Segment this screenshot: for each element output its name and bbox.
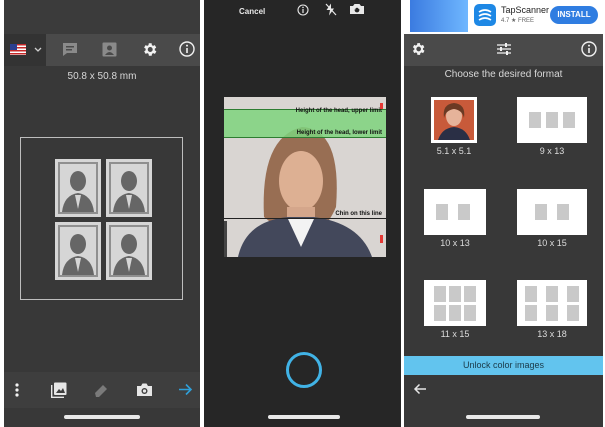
photo-editor-panel: 50.8 x 50.8 mm — [4, 0, 200, 427]
mini-portrait — [434, 305, 446, 321]
format-option-13x18[interactable] — [517, 280, 587, 326]
portrait-silhouette — [106, 222, 152, 280]
mini-portrait — [449, 305, 461, 321]
guide-label-upper: Height of the head, upper limit — [295, 108, 382, 114]
chevron-down-icon — [34, 47, 42, 52]
mini-portrait — [434, 286, 446, 302]
gear-icon[interactable] — [141, 41, 158, 58]
format-option-11x15[interactable] — [424, 280, 486, 326]
flash-off-icon[interactable] — [325, 3, 337, 16]
ad-banner[interactable]: TapScanner 4.7 ★ FREE INSTALL — [404, 0, 603, 34]
format-label: 10 x 13 — [440, 238, 470, 248]
cancel-button[interactable]: Cancel — [239, 7, 265, 16]
format-option-10x13[interactable] — [424, 189, 486, 235]
mini-portrait — [464, 305, 476, 321]
format-label: 5.1 x 5.1 — [436, 146, 472, 156]
guide-label-lower: Height of the head, lower limit — [296, 130, 382, 136]
gallery-icon[interactable] — [51, 382, 67, 398]
mini-portrait — [557, 204, 569, 220]
format-option-10x15[interactable] — [517, 189, 587, 235]
us-flag-icon — [10, 44, 26, 55]
camera-panel: Cancel Height of the head, upper limit H… — [204, 0, 401, 427]
format-label: 10 x 15 — [537, 238, 567, 248]
ad-rating: 4.7 ★ FREE — [501, 18, 535, 24]
guide-marker — [380, 103, 383, 109]
switch-camera-icon[interactable] — [349, 3, 365, 15]
tapscanner-app-icon — [474, 4, 496, 26]
info-icon[interactable] — [581, 41, 597, 57]
format-label: 13 x 18 — [537, 329, 567, 339]
mini-portrait — [535, 204, 547, 220]
mini-portrait — [458, 204, 470, 220]
arrow-right-icon[interactable] — [178, 383, 193, 396]
format-selection-panel: TapScanner 4.7 ★ FREE INSTALL Choose the… — [404, 0, 603, 427]
info-icon[interactable] — [297, 4, 309, 16]
gear-icon[interactable] — [410, 41, 426, 57]
format-option-5x5[interactable] — [431, 97, 477, 143]
photo-sheet-preview — [20, 137, 183, 300]
format-label: 9 x 13 — [539, 146, 565, 156]
mini-portrait — [567, 305, 579, 321]
status-bar — [4, 0, 200, 34]
portrait-icon[interactable] — [102, 42, 117, 57]
portrait-photo — [434, 100, 474, 140]
guide-line-chin — [224, 218, 386, 219]
unlock-color-images-button[interactable]: Unlock color images — [404, 356, 603, 375]
guide-marker — [224, 221, 227, 257]
mini-portrait — [525, 305, 537, 321]
format-heading: Choose the desired format — [444, 69, 563, 80]
country-selector[interactable] — [4, 34, 46, 66]
mini-portrait — [529, 112, 541, 128]
guide-label-chin: Chin on this line — [335, 211, 382, 217]
home-indicator — [466, 415, 540, 419]
comment-icon[interactable] — [62, 42, 78, 57]
format-option-9x13[interactable] — [517, 97, 587, 143]
guide-line-lower — [224, 137, 386, 138]
mini-portrait — [464, 286, 476, 302]
portrait-silhouette — [55, 222, 101, 280]
ad-app-name: TapScanner — [501, 5, 550, 15]
mini-portrait — [546, 305, 558, 321]
mini-portrait — [567, 286, 579, 302]
install-button[interactable]: INSTALL — [550, 6, 598, 24]
guide-marker — [380, 235, 383, 243]
camera-icon[interactable] — [136, 382, 153, 397]
shutter-button[interactable] — [286, 352, 322, 388]
mini-portrait — [546, 286, 558, 302]
eraser-icon[interactable] — [93, 382, 109, 398]
home-indicator — [268, 415, 340, 419]
mini-portrait — [525, 286, 537, 302]
mini-portrait — [436, 204, 448, 220]
ad-screenshot-strip — [410, 0, 468, 32]
sliders-icon[interactable] — [496, 42, 512, 56]
portrait-silhouette — [55, 159, 101, 217]
home-indicator — [64, 415, 140, 419]
mini-portrait — [449, 286, 461, 302]
more-vertical-icon[interactable] — [15, 383, 19, 397]
mini-portrait — [563, 112, 575, 128]
photo-size-label: 50.8 x 50.8 mm — [67, 71, 137, 82]
info-icon[interactable] — [179, 41, 195, 57]
portrait-silhouette — [106, 159, 152, 217]
arrow-left-icon[interactable] — [413, 383, 427, 395]
mini-portrait — [546, 112, 558, 128]
format-label: 11 x 15 — [440, 329, 470, 339]
camera-viewfinder: Height of the head, upper limit Height o… — [224, 97, 386, 257]
